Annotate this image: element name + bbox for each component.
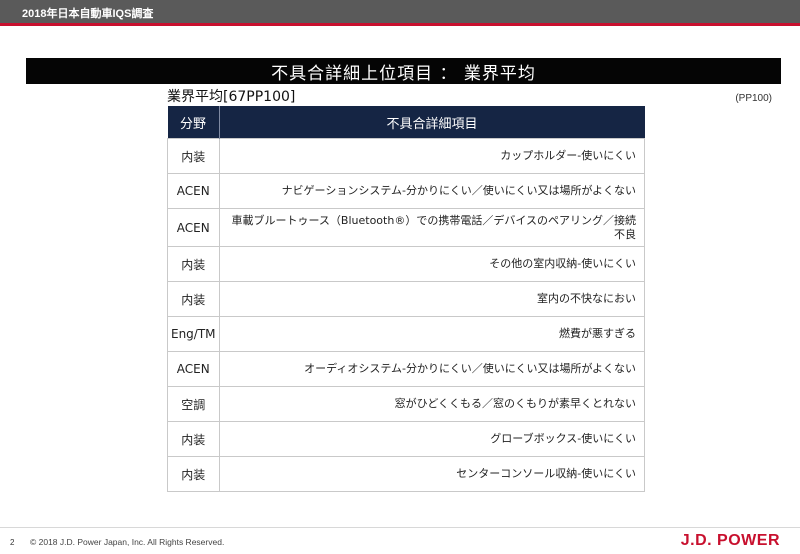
- row-category: Eng/TM: [167, 316, 220, 352]
- section-banner: 不具合詳細上位項目 ： 業界平均: [26, 58, 781, 84]
- row-category: 空調: [167, 386, 220, 422]
- banner-title: 不具合詳細上位項目 ： 業界平均: [271, 63, 536, 84]
- copyright-notice: © 2018 J.D. Power Japan, Inc. All Rights…: [30, 537, 225, 547]
- table-row: 内装 カップホルダー-使いにくい: [167, 138, 645, 174]
- column-header-category: 分野: [167, 106, 220, 139]
- table-row: 内装 センターコンソール収納-使いにくい: [167, 456, 645, 492]
- column-header-item: 不具合詳細項目: [219, 106, 645, 139]
- row-category: ACEN: [167, 351, 220, 387]
- report-title: 2018年日本自動車IQS調査: [22, 8, 154, 20]
- row-category: 内装: [167, 246, 220, 282]
- top-header-bar: 2018年日本自動車IQS調査: [0, 0, 800, 26]
- row-item: 室内の不快なにおい: [218, 281, 645, 317]
- row-item: ナビゲーションシステム-分かりにくい／使いにくい又は場所がよくない: [218, 173, 645, 209]
- row-category: 内装: [167, 138, 220, 174]
- table-header-row: 分野 不具合詳細項目: [167, 106, 645, 139]
- row-category: 内装: [167, 456, 220, 492]
- row-item: 車載ブルートゥース（Bluetooth®）での携帯電話／デバイスのペアリング／接…: [218, 208, 645, 247]
- industry-average-label: 業界平均[67PP100]: [167, 89, 296, 105]
- row-item: グローブボックス-使いにくい: [218, 421, 645, 457]
- row-item: センターコンソール収納-使いにくい: [218, 456, 645, 492]
- row-category: ACEN: [167, 173, 220, 209]
- row-item: 窓がひどくくもる／窓のくもりが素早くとれない: [218, 386, 645, 422]
- table-row: 内装 室内の不快なにおい: [167, 281, 645, 317]
- row-category: ACEN: [167, 208, 220, 247]
- problem-items-table: 分野 不具合詳細項目 内装 カップホルダー-使いにくい ACEN ナビゲーション…: [167, 106, 645, 492]
- footer-divider: [0, 527, 800, 528]
- table-row: 内装 その他の室内収納-使いにくい: [167, 246, 645, 282]
- table-row: ACEN 車載ブルートゥース（Bluetooth®）での携帯電話／デバイスのペア…: [167, 208, 645, 247]
- row-item: 燃費が悪すぎる: [218, 316, 645, 352]
- table-row: ACEN オーディオシステム-分かりにくい／使いにくい又は場所がよくない: [167, 351, 645, 387]
- page-number: 2: [10, 538, 15, 547]
- row-category: 内装: [167, 281, 220, 317]
- table-row: Eng/TM 燃費が悪すぎる: [167, 316, 645, 352]
- row-category: 内装: [167, 421, 220, 457]
- row-item: オーディオシステム-分かりにくい／使いにくい又は場所がよくない: [218, 351, 645, 387]
- row-item: カップホルダー-使いにくい: [218, 138, 645, 174]
- table-row: ACEN ナビゲーションシステム-分かりにくい／使いにくい又は場所がよくない: [167, 173, 645, 209]
- table-row: 内装 グローブボックス-使いにくい: [167, 421, 645, 457]
- row-item: その他の室内収納-使いにくい: [218, 246, 645, 282]
- jd-power-logo: J.D. POWER: [680, 532, 780, 549]
- table-row: 空調 窓がひどくくもる／窓のくもりが素早くとれない: [167, 386, 645, 422]
- unit-label: (PP100): [735, 93, 772, 104]
